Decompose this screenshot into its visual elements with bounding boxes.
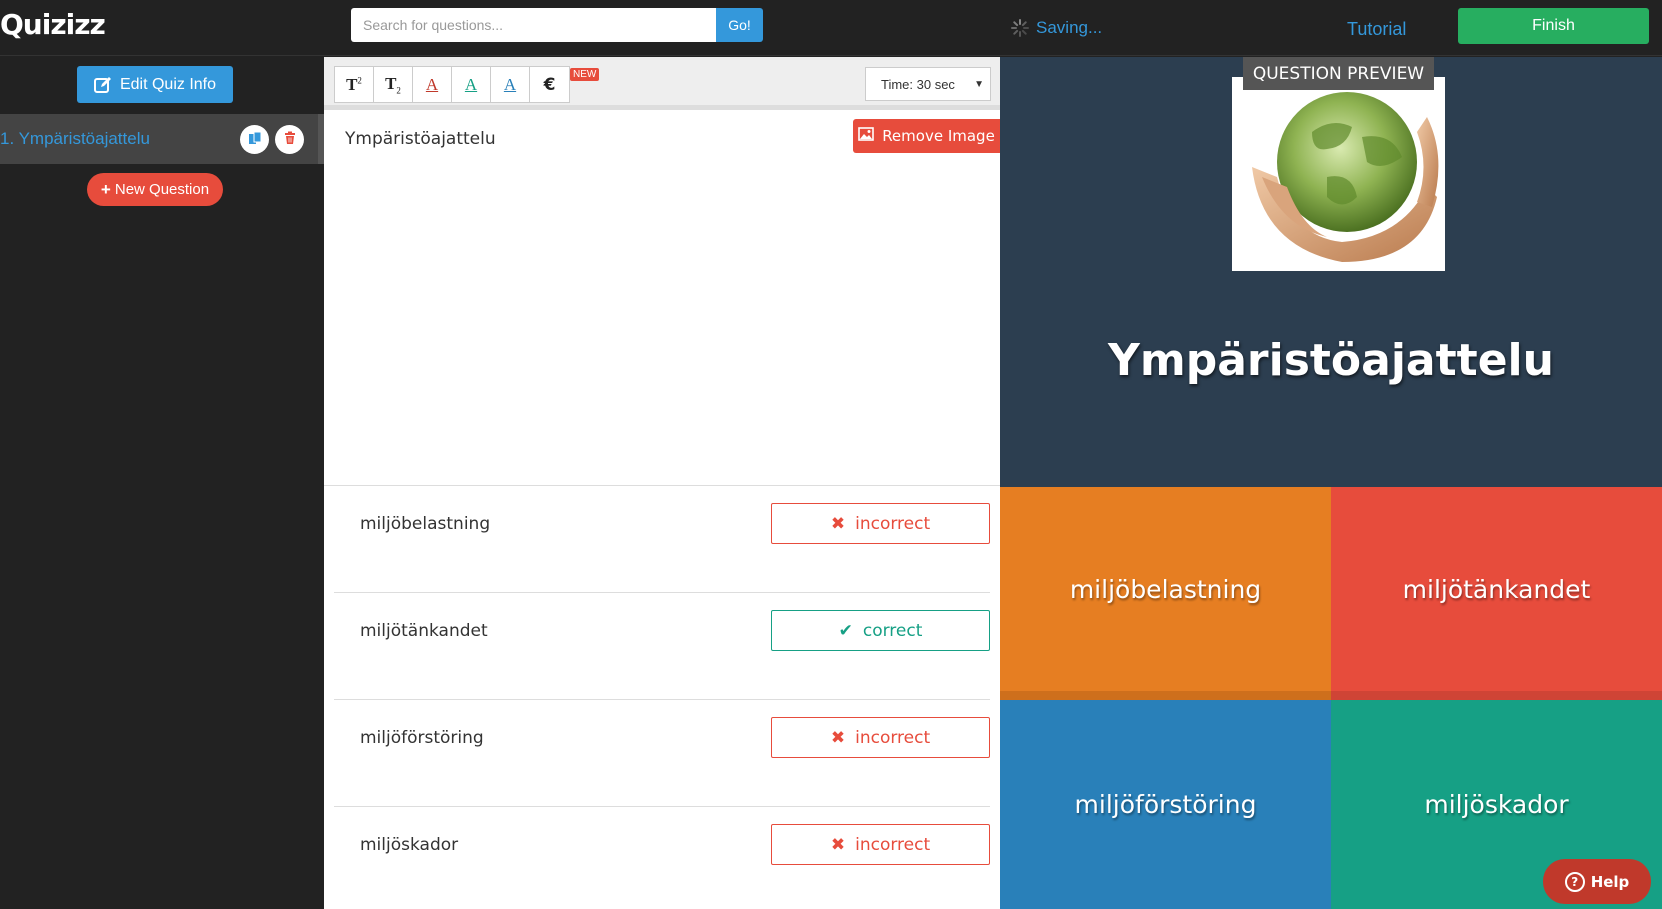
subscript-button[interactable]: T2 xyxy=(374,67,413,102)
answer-status-toggle[interactable]: ✖ incorrect xyxy=(771,503,990,544)
sidebar-question-item[interactable]: 1. Ympäristöajattelu xyxy=(0,114,324,164)
question-sidebar: Edit Quiz Info 1. Ympäristöajattelu + Ne… xyxy=(0,57,324,909)
time-limit-value: Time: 30 sec xyxy=(881,76,955,92)
question-preview-label: QUESTION PREVIEW xyxy=(1243,57,1434,90)
x-icon: ✖ xyxy=(830,727,846,748)
time-limit-select[interactable]: Time: 30 sec ▼ xyxy=(865,67,991,101)
answer-text-field[interactable]: miljöskador xyxy=(360,835,458,855)
saving-status: Saving... xyxy=(1010,18,1102,38)
preview-option: miljöförstöring xyxy=(1000,700,1331,909)
help-button[interactable]: ? Help xyxy=(1543,859,1651,904)
answer-status-toggle[interactable]: ✖ incorrect xyxy=(771,824,990,865)
insert-symbol-button[interactable]: € xyxy=(530,67,569,102)
question-image xyxy=(1232,77,1445,271)
quizizz-logo[interactable]: Quizizz xyxy=(0,8,106,41)
question-editor: T2 T2 A A A € NEW Time: 30 sec ▼ Ympäris… xyxy=(324,57,1000,909)
edit-quiz-info-label: Edit Quiz Info xyxy=(119,75,217,93)
edit-icon xyxy=(93,76,112,94)
question-mark-icon: ? xyxy=(1564,871,1585,892)
text-color-red-icon: A xyxy=(425,74,439,94)
text-color-green-button[interactable]: A xyxy=(452,67,491,102)
new-badge: NEW xyxy=(570,68,600,81)
app-root: Quizizz Go! Saving... xyxy=(0,0,1662,909)
copy-icon xyxy=(248,131,262,148)
question-preview-panel: QUESTION PREVIEW Ympäristöajattelu miljö… xyxy=(1000,57,1662,909)
trash-icon xyxy=(283,131,297,148)
format-toolbar: T2 T2 A A A € NEW Time: 30 sec ▼ xyxy=(324,57,1000,110)
answer-status-label: incorrect xyxy=(855,727,931,748)
edit-quiz-info-button[interactable]: Edit Quiz Info xyxy=(77,66,233,103)
search-input[interactable] xyxy=(351,8,716,42)
finish-button[interactable]: Finish xyxy=(1458,8,1649,44)
answer-text-field[interactable]: miljöbelastning xyxy=(360,514,490,534)
superscript-icon: T2 xyxy=(346,74,362,94)
help-label: Help xyxy=(1590,872,1630,891)
preview-option: miljötänkandet xyxy=(1331,487,1662,700)
top-bar: Quizizz Go! Saving... xyxy=(0,0,1662,56)
answer-row: miljöbelastning ✖ incorrect xyxy=(334,486,990,593)
globe-in-hands-image xyxy=(1232,77,1445,271)
answer-status-label: correct xyxy=(862,620,923,641)
tutorial-link[interactable]: Tutorial xyxy=(1347,19,1406,40)
superscript-button[interactable]: T2 xyxy=(335,67,374,102)
preview-option: miljöbelastning xyxy=(1000,487,1331,700)
remove-image-button[interactable]: Remove Image xyxy=(853,119,1000,153)
spinner-icon xyxy=(1010,18,1030,38)
text-color-blue-icon: A xyxy=(503,74,517,94)
answer-status-label: incorrect xyxy=(855,513,931,534)
search-go-button[interactable]: Go! xyxy=(716,8,763,42)
caret-down-icon: ▼ xyxy=(974,79,984,90)
answer-text-field[interactable]: miljöförstöring xyxy=(360,728,484,748)
preview-question-text: Ympäristöajattelu xyxy=(1108,335,1554,386)
answer-row: miljötänkandet ✔ correct xyxy=(334,593,990,700)
text-color-green-icon: A xyxy=(464,74,478,94)
answer-status-label: incorrect xyxy=(855,834,931,855)
answer-status-toggle[interactable]: ✔ correct xyxy=(771,610,990,651)
delete-question-button[interactable] xyxy=(275,125,304,154)
subscript-icon: T2 xyxy=(385,73,401,96)
question-text-field[interactable]: Ympäristöajattelu xyxy=(345,129,496,149)
new-question-button[interactable]: + New Question xyxy=(87,173,223,206)
answer-row: miljöskador ✖ incorrect xyxy=(334,807,990,909)
format-button-group: T2 T2 A A A € xyxy=(334,66,570,103)
duplicate-question-button[interactable] xyxy=(240,125,269,154)
answer-text-field[interactable]: miljötänkandet xyxy=(360,621,488,641)
new-question-label: New Question xyxy=(114,181,210,198)
sidebar-question-label: 1. Ympäristöajattelu xyxy=(0,129,150,148)
remove-image-label: Remove Image xyxy=(882,127,995,145)
saving-label: Saving... xyxy=(1036,18,1103,37)
x-icon: ✖ xyxy=(830,513,846,534)
euro-icon: € xyxy=(543,74,556,95)
text-color-red-button[interactable]: A xyxy=(413,67,452,102)
image-icon xyxy=(858,127,874,145)
text-color-blue-button[interactable]: A xyxy=(491,67,530,102)
answer-row: miljöförstöring ✖ incorrect xyxy=(334,700,990,807)
answer-status-toggle[interactable]: ✖ incorrect xyxy=(771,717,990,758)
check-icon: ✔ xyxy=(838,620,853,641)
plus-icon: + xyxy=(100,179,111,199)
x-icon: ✖ xyxy=(830,834,846,855)
